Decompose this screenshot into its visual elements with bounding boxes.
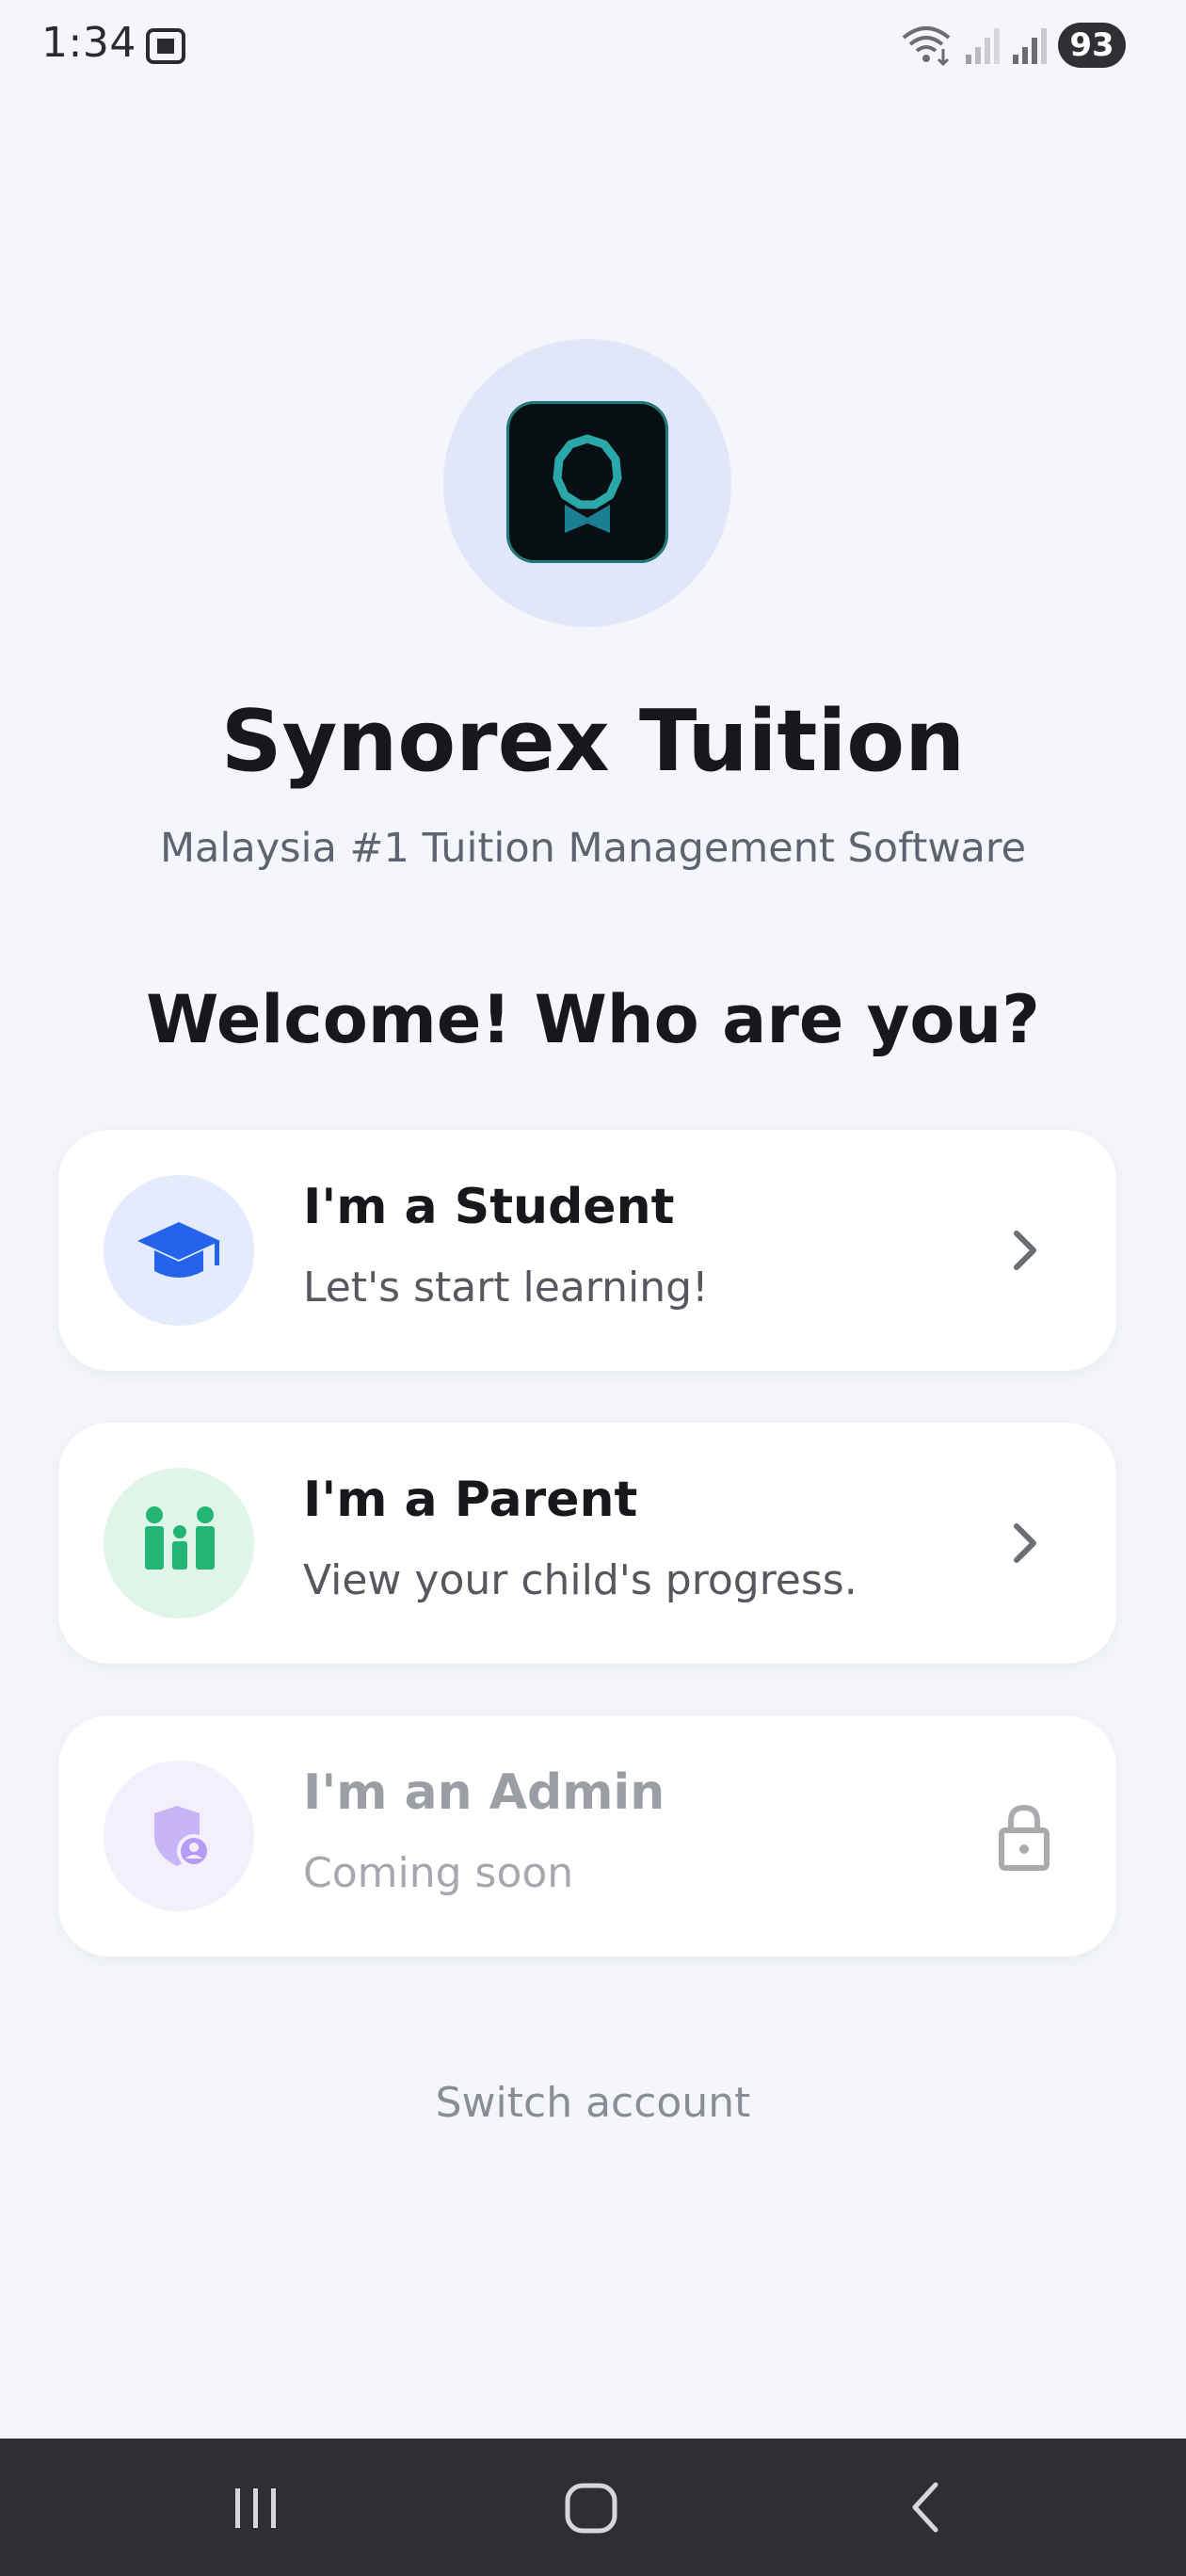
student-icon-container (104, 1175, 254, 1326)
app-title: Synorex Tuition (220, 692, 966, 791)
student-role-title: I'm a Student (303, 1179, 675, 1235)
admin-icon-container (104, 1761, 254, 1911)
award-badge-icon (553, 434, 622, 533)
system-navigation-bar (0, 2439, 1186, 2576)
status-time: 1:34 (41, 19, 136, 67)
app-tagline: Malaysia #1 Tuition Management Software (159, 825, 1027, 872)
chevron-right-icon (1014, 1523, 1036, 1563)
parent-role-title: I'm a Parent (303, 1472, 638, 1528)
wifi-icon (902, 26, 951, 66)
status-icons: 93 (900, 21, 1126, 70)
welcome-heading: Welcome! Who are you? (146, 981, 1040, 1058)
admin-role-card: I'm an Admin Coming soon (58, 1715, 1116, 1956)
signal-icon (1013, 28, 1047, 64)
back-icon[interactable] (881, 2460, 975, 2554)
screenshot-icon (146, 28, 185, 64)
battery-level: 93 (1058, 23, 1126, 68)
student-role-card[interactable]: I'm a Student Let's start learning! (58, 1130, 1116, 1371)
admin-role-description: Coming soon (303, 1849, 574, 1897)
switch-account-link[interactable]: Switch account (0, 2079, 1186, 2127)
home-icon[interactable] (544, 2460, 638, 2554)
status-bar: 1:34 93 (0, 0, 1186, 94)
admin-shield-icon (154, 1806, 211, 1868)
family-icon (145, 1506, 215, 1570)
app-logo-container (443, 339, 731, 627)
chevron-right-icon (1014, 1231, 1036, 1270)
recent-apps-icon[interactable] (209, 2460, 303, 2554)
parent-role-description: View your child's progress. (303, 1556, 857, 1604)
parent-role-card[interactable]: I'm a Parent View your child's progress. (58, 1423, 1116, 1664)
app-logo (506, 401, 668, 563)
lock-icon (999, 1804, 1050, 1871)
admin-role-title: I'm an Admin (303, 1764, 665, 1821)
signal-icon (966, 28, 1000, 64)
parent-icon-container (104, 1468, 254, 1618)
student-role-description: Let's start learning! (303, 1264, 709, 1312)
graduation-cap-icon (137, 1222, 220, 1278)
